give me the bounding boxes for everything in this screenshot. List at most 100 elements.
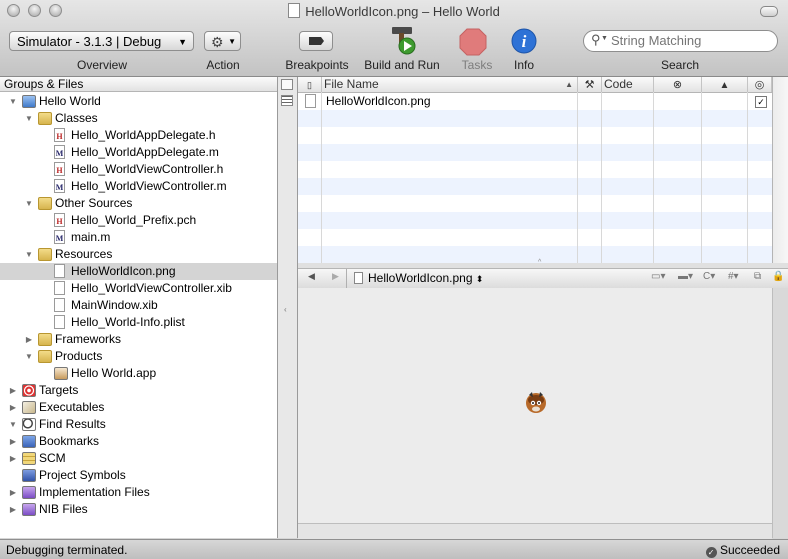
document-icon (288, 3, 301, 18)
forward-arrow-icon[interactable]: ▶ (332, 271, 339, 282)
sidebar-item[interactable]: ▶ SCM (0, 450, 277, 467)
disclosure-collapsed-icon[interactable]: ▶ (8, 382, 18, 399)
bookmarks-menu-icon[interactable]: ▬▾ (678, 271, 693, 282)
smart-group-icon (22, 486, 36, 499)
disclosure-expanded-icon[interactable]: ▼ (24, 348, 34, 365)
build-and-run-button[interactable] (386, 24, 420, 56)
folder-icon (38, 197, 52, 210)
sidebar-item[interactable]: HelloWorldIcon.png (0, 263, 277, 280)
sidebar-item[interactable]: ▼ Hello World (0, 93, 277, 110)
sidebar-item[interactable]: ▼ Products (0, 348, 277, 365)
sidebar-item[interactable]: Hello_WorldViewController.xib (0, 280, 277, 297)
file-name-column-header[interactable]: File Name ▲ (322, 77, 578, 92)
sidebar-item[interactable]: H Hello_World_Prefix.pch (0, 212, 277, 229)
search-input[interactable] (611, 33, 771, 48)
target-icon: ◎ (754, 79, 765, 91)
sidebar-item-label: Hello_WorldAppDelegate.m (71, 145, 219, 159)
header-file-icon: H (54, 162, 65, 176)
editor-horizontal-scrollbar[interactable] (298, 523, 772, 539)
breakpoints-button[interactable] (299, 31, 333, 51)
disclosure-collapsed-icon[interactable]: ▶ (8, 433, 18, 450)
disclosure-collapsed-icon[interactable]: ▶ (8, 484, 18, 501)
panel-splitter[interactable]: ‹ (278, 77, 298, 538)
sidebar-item-label: Targets (39, 383, 79, 397)
disclosure-collapsed-icon[interactable]: ▶ (8, 399, 18, 416)
build-result[interactable]: ✓ Succeeded (705, 540, 780, 559)
table-cell-file-name: HelloWorldIcon.png (326, 94, 431, 108)
xcode-window: HelloWorldIcon.png – Hello World Simulat… (0, 0, 788, 559)
errors-column-header[interactable]: ⊗ (654, 77, 702, 92)
split-grip-icon[interactable]: ‹ (284, 305, 287, 314)
disclosure-collapsed-icon[interactable]: ▶ (24, 331, 34, 348)
sidebar-item[interactable]: M Hello_WorldAppDelegate.m (0, 144, 277, 161)
sidebar-item-label: Implementation Files (39, 485, 150, 499)
info-icon: i (511, 28, 537, 54)
sidebar-item[interactable]: ▶ Bookmarks (0, 433, 277, 450)
disclosure-collapsed-icon[interactable]: ▶ (8, 501, 18, 518)
popup-arrow-icon: ⬍ (475, 274, 484, 284)
hammer-run-icon (392, 27, 416, 55)
build-column-header[interactable]: ⚒ (578, 77, 602, 92)
disclosure-expanded-icon[interactable]: ▼ (24, 246, 34, 263)
disclosure-expanded-icon[interactable]: ▼ (24, 195, 34, 212)
sidebar-item-label: Hello World.app (71, 366, 157, 380)
tasks-button[interactable] (459, 28, 487, 56)
source-file-icon: M (54, 230, 65, 244)
toolbar-toggle-button[interactable] (760, 6, 778, 17)
target-column-header[interactable]: ◎ (748, 77, 772, 92)
document-items-icon[interactable]: ▭▾ (651, 271, 665, 282)
sidebar-item[interactable]: ▶ Executables (0, 399, 277, 416)
disclosure-collapsed-icon[interactable]: ▶ (8, 450, 18, 467)
sidebar-item[interactable]: ▶ NIB Files (0, 501, 277, 518)
xib-file-icon (54, 281, 65, 295)
info-button[interactable]: i (511, 28, 537, 54)
editor-vertical-scrollbar[interactable] (772, 288, 788, 538)
sidebar-item-label: Hello_WorldAppDelegate.h (71, 128, 216, 142)
sidebar-item[interactable]: ▶ Implementation Files (0, 484, 277, 501)
target-checkbox[interactable]: ✓ (755, 96, 767, 108)
lock-icon[interactable]: 🔒 (772, 271, 784, 282)
sidebar-item[interactable]: ▼ Resources (0, 246, 277, 263)
sidebar-item[interactable]: Hello_World-Info.plist (0, 314, 277, 331)
sidebar-item[interactable]: H Hello_WorldViewController.h (0, 161, 277, 178)
action-button[interactable]: ⚙ ▼ (204, 31, 241, 51)
disclosure-expanded-icon[interactable]: ▼ (8, 93, 18, 110)
sidebar-item-label: Project Symbols (39, 468, 126, 482)
includes-menu-icon[interactable]: #▾ (728, 271, 739, 282)
sidebar-item[interactable]: M Hello_WorldViewController.m (0, 178, 277, 195)
table-row[interactable]: HelloWorldIcon.png ✓ (298, 93, 772, 110)
search-field[interactable]: ⚲ ▼ (583, 30, 778, 52)
source-file-icon: M (54, 145, 65, 159)
folder-icon (38, 112, 52, 125)
sidebar-item[interactable]: H Hello_WorldAppDelegate.h (0, 127, 277, 144)
sidebar-item[interactable]: MainWindow.xib (0, 297, 277, 314)
status-message: Debugging terminated. (6, 543, 128, 557)
split-view-icon[interactable] (281, 79, 293, 90)
sidebar-item[interactable]: Mmain.m (0, 229, 277, 246)
overview-popup[interactable]: Simulator - 3.1.3 | Debug ▼ (9, 31, 194, 51)
counterparts-icon[interactable]: ⧉ (754, 271, 761, 282)
sidebar-item[interactable]: ▶ Targets (0, 382, 277, 399)
sidebar-item[interactable]: ▼ Classes (0, 110, 277, 127)
classes-menu-icon[interactable]: C▾ (703, 271, 715, 282)
project-icon (22, 95, 36, 108)
column-divider (577, 92, 578, 263)
editor-navigation-bar: ◀ ▶ HelloWorldIcon.png ⬍ ▭▾ ▬▾ C▾ #▾ ⧉ 🔒 (298, 268, 788, 289)
breakpoint-arrow-icon (309, 37, 324, 45)
editor-file-popup[interactable]: HelloWorldIcon.png ⬍ (368, 269, 483, 289)
sidebar-item-label: Hello_WorldViewController.h (71, 162, 224, 176)
disclosure-expanded-icon[interactable]: ▼ (8, 416, 18, 433)
back-arrow-icon[interactable]: ◀ (308, 271, 315, 282)
editor-file-popup-label: HelloWorldIcon.png (368, 271, 473, 285)
warnings-column-header[interactable]: ▲ (702, 77, 748, 92)
sidebar-item[interactable]: ▼ Other Sources (0, 195, 277, 212)
sidebar-item[interactable]: ▼ Find Results (0, 416, 277, 433)
table-scrollbar[interactable] (772, 77, 788, 263)
list-view-icon[interactable] (281, 95, 293, 106)
disclosure-expanded-icon[interactable]: ▼ (24, 110, 34, 127)
sidebar-item[interactable]: Project Symbols (0, 467, 277, 484)
code-column-header[interactable]: Code (602, 77, 654, 92)
sidebar-item[interactable]: ▶ Frameworks (0, 331, 277, 348)
file-type-column-header[interactable]: ▯ (298, 77, 322, 92)
sidebar-item[interactable]: Hello World.app (0, 365, 277, 382)
